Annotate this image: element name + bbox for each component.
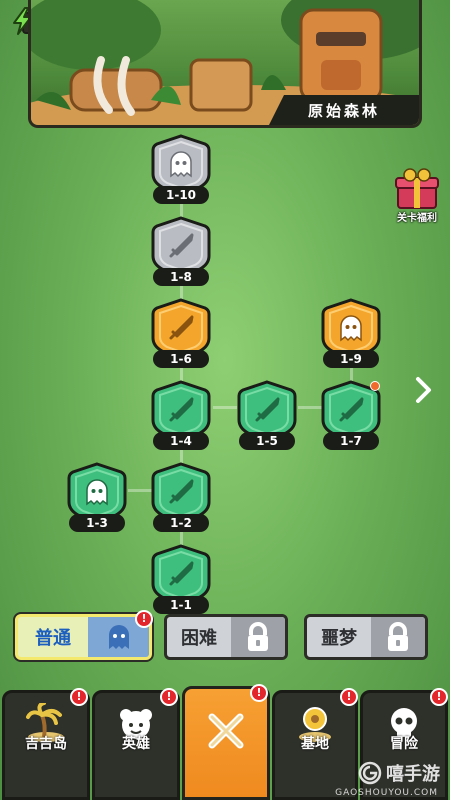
- path-connector: [128, 489, 152, 492]
- nav-heroes-label: 英雄: [122, 736, 150, 752]
- level-node-1-2[interactable]: 1-2: [150, 462, 212, 532]
- nav-adventure-label: 冒险: [390, 736, 418, 752]
- level-node-1-3[interactable]: 1-3: [66, 462, 128, 532]
- gift-label: 关卡福利: [397, 213, 437, 224]
- nav-base-label: 基地: [301, 736, 329, 752]
- lock-icon: [248, 622, 268, 651]
- level-node-1-8[interactable]: 1-8: [150, 216, 212, 286]
- nav-base-badge: !: [340, 688, 358, 706]
- ghost-icon: [170, 151, 192, 178]
- level-number: 1-4: [153, 432, 209, 450]
- difficulty-tab-nightmare[interactable]: 噩梦: [304, 614, 428, 660]
- level-node-1-6[interactable]: 1-6: [150, 298, 212, 368]
- level-node-1-10[interactable]: 1-10: [150, 134, 212, 204]
- sword-icon: [255, 397, 280, 422]
- watermark-url: GAOSHOUYOU.COM: [335, 788, 438, 798]
- difficulty-nightmare-label: 噩梦: [321, 628, 357, 649]
- sword-icon: [169, 397, 194, 422]
- level-1-7-notification-dot: [370, 381, 380, 391]
- stage-name: 原始森林: [269, 95, 419, 125]
- sword-icon: [339, 397, 364, 422]
- level-node-1-9[interactable]: 1-9: [320, 298, 382, 368]
- watermark-logo-icon: [358, 761, 382, 785]
- sword-icon: [169, 479, 194, 504]
- path-connector: [298, 406, 322, 409]
- stage-banner: 原始森林: [28, 0, 422, 128]
- nav-tab-base[interactable]: 基地: [272, 690, 358, 800]
- level-number: 1-5: [239, 432, 295, 450]
- level-node-1-1[interactable]: 1-1: [150, 544, 212, 614]
- level-node-1-5[interactable]: 1-5: [236, 380, 298, 450]
- nav-tab-heroes[interactable]: 英雄: [92, 690, 180, 800]
- nav-tab-battle[interactable]: [182, 686, 270, 800]
- nav-tab-island[interactable]: 吉吉岛: [2, 690, 90, 800]
- nav-heroes-badge: !: [160, 688, 178, 706]
- nav-battle-badge: !: [250, 684, 268, 702]
- sword-icon: [169, 233, 194, 258]
- watermark-text: 嘻手游: [386, 764, 440, 785]
- ghost-icon: [108, 625, 129, 649]
- path-connector: [213, 406, 237, 409]
- level-number: 1-7: [323, 432, 379, 450]
- level-number: 1-1: [153, 596, 209, 614]
- difficulty-normal-label: 普通: [35, 628, 71, 649]
- level-number: 1-3: [69, 514, 125, 532]
- next-page-arrow-icon[interactable]: [412, 376, 434, 404]
- level-number: 1-2: [153, 514, 209, 532]
- level-number: 1-8: [153, 268, 209, 286]
- bottom-nav: 吉吉岛 ! 英雄 ! ! 基地 ! 冒险 ! 嘻手游 GAOSHOUYOU.CO…: [0, 684, 450, 800]
- level-number: 1-10: [153, 186, 209, 204]
- difficulty-hard-label: 困难: [181, 628, 217, 649]
- ghost-icon: [340, 315, 362, 342]
- difficulty-tab-normal[interactable]: 普通: [15, 614, 152, 660]
- nav-adventure-badge: !: [430, 688, 448, 706]
- lock-icon: [388, 622, 408, 651]
- sword-icon: [169, 315, 194, 340]
- difficulty-normal-badge: !: [135, 610, 153, 628]
- crossed-swords-icon: [208, 713, 244, 749]
- watermark: 嘻手游: [358, 760, 440, 786]
- nav-island-label: 吉吉岛: [25, 736, 67, 752]
- ghost-icon: [86, 479, 108, 506]
- difficulty-tab-hard[interactable]: 困难: [164, 614, 288, 660]
- sword-icon: [169, 561, 194, 586]
- level-number: 1-6: [153, 350, 209, 368]
- gift-box-icon: [395, 168, 439, 209]
- level-reward-gift[interactable]: 关卡福利: [388, 166, 446, 224]
- level-node-1-4[interactable]: 1-4: [150, 380, 212, 450]
- nav-island-badge: !: [70, 688, 88, 706]
- level-number: 1-9: [323, 350, 379, 368]
